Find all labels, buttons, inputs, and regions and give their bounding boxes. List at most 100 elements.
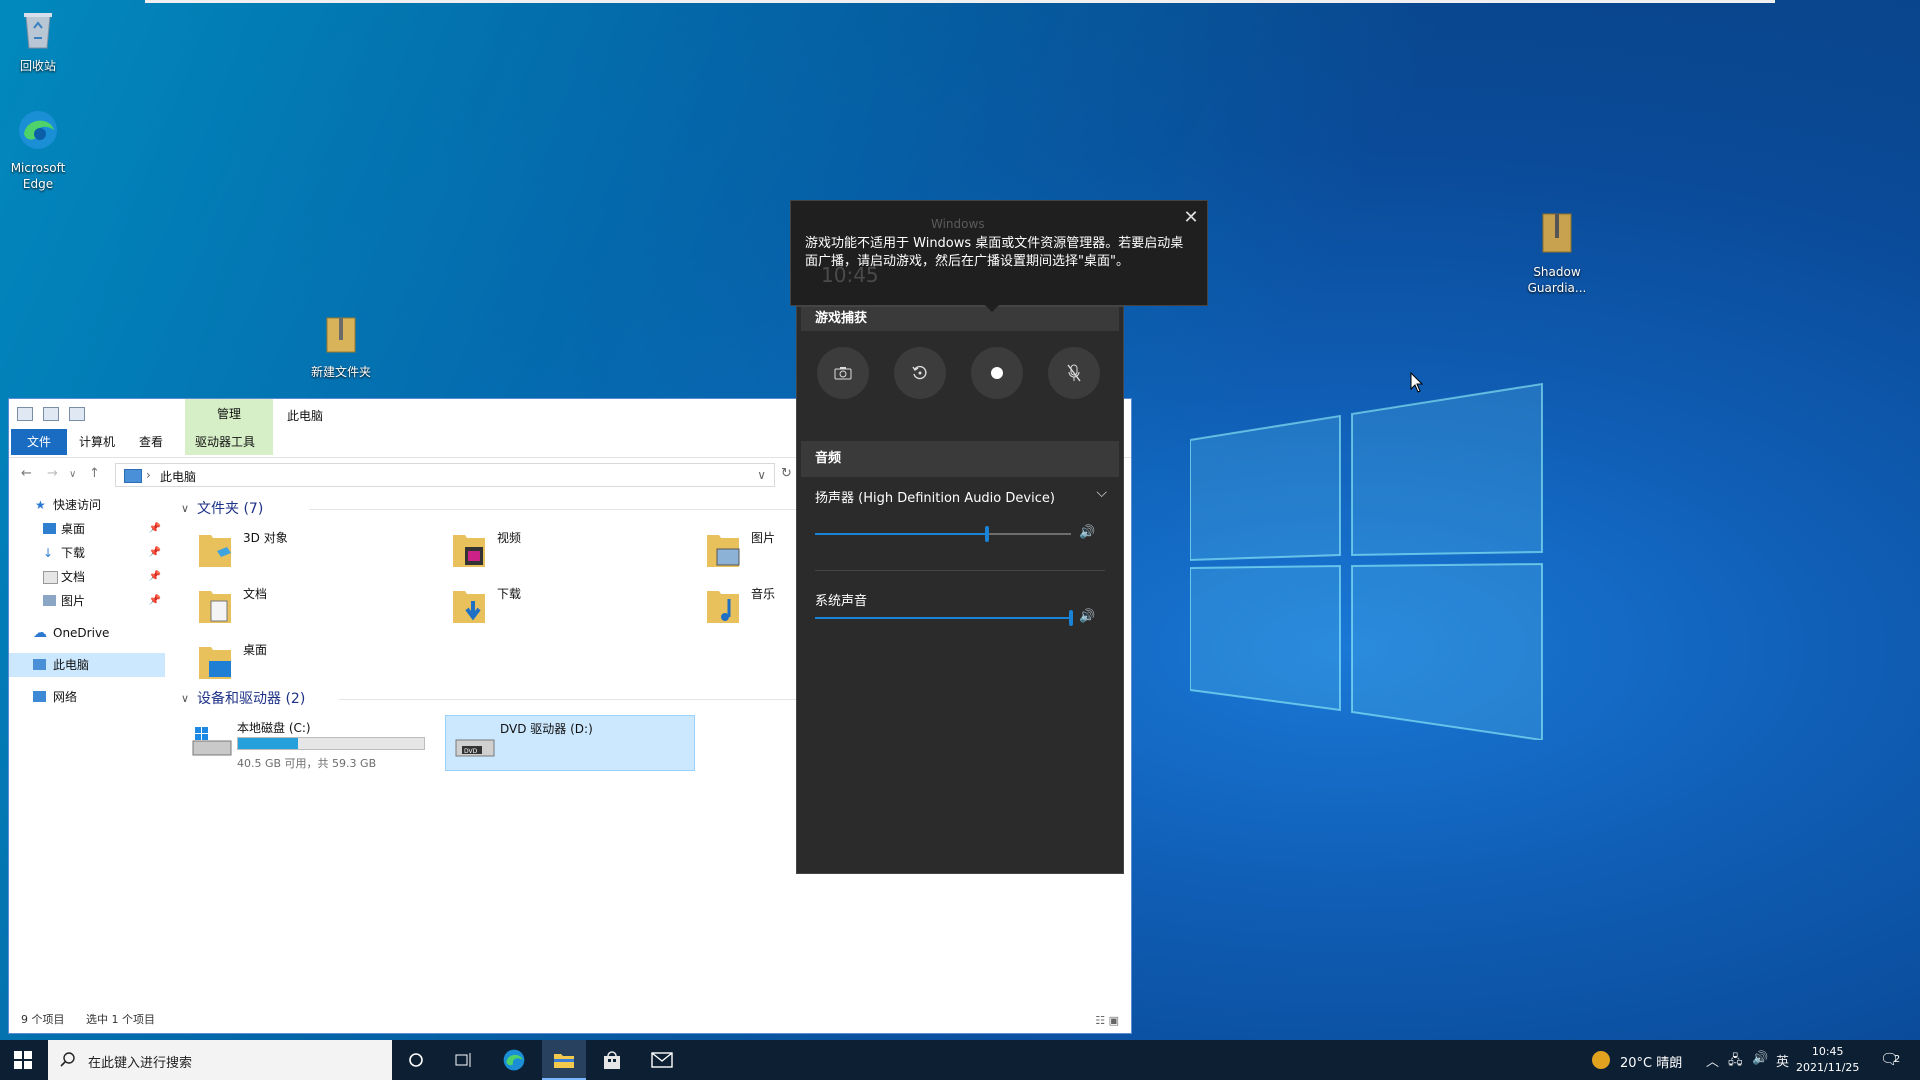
action-center-button[interactable]: 🗨 2: [1880, 1050, 1910, 1068]
mic-off-icon: [1067, 364, 1081, 382]
computer-icon: [124, 469, 142, 483]
sidebar-item-label: 快速访问: [53, 498, 102, 512]
folder-desktop[interactable]: 桌面: [191, 637, 431, 689]
sidebar-item-this-pc[interactable]: 此电脑: [9, 653, 165, 677]
sidebar-item-desktop[interactable]: 桌面 📌: [9, 517, 165, 541]
chevron-down-icon[interactable]: ⌵: [1096, 485, 1107, 501]
address-bar[interactable]: › 此电脑 ∨: [115, 463, 775, 487]
sidebar-item-label: 图片: [61, 594, 86, 608]
pin-icon[interactable]: 📌: [149, 589, 161, 613]
group-label: 设备和驱动器 (2): [197, 691, 306, 707]
drive-space-text: 40.5 GB 可用，共 59.3 GB: [237, 757, 377, 770]
recent-chevron-icon[interactable]: ∨: [69, 469, 76, 480]
tab-drive-tools[interactable]: 驱动器工具: [183, 429, 267, 455]
start-recording-button[interactable]: [971, 347, 1023, 399]
record-icon: [991, 367, 1003, 379]
speaker-icon[interactable]: 🔊: [1079, 609, 1095, 624]
store-bag-icon: [604, 1051, 620, 1069]
navigation-pane: ★ 快速访问 桌面 📌 ↓ 下载 📌 文档 📌 图片 📌 ☁ OneDrive: [9, 493, 165, 709]
close-icon[interactable]: ✕: [1175, 201, 1207, 233]
refresh-icon[interactable]: ↻: [781, 466, 792, 481]
network-icon[interactable]: 🖧: [1728, 1051, 1743, 1073]
details-view-icon[interactable]: ☷: [1095, 1014, 1105, 1027]
breadcrumb: 此电脑: [160, 470, 197, 484]
sidebar-item-network[interactable]: 网络: [9, 685, 165, 709]
properties-icon[interactable]: [43, 407, 59, 421]
task-view-button[interactable]: [444, 1046, 484, 1074]
up-arrow-icon[interactable]: ↑: [89, 466, 100, 481]
folder-icon: [554, 1054, 574, 1068]
tab-computer[interactable]: 计算机: [67, 429, 127, 455]
desktop-icon-label: 新建文件夹: [310, 365, 371, 379]
record-last-button[interactable]: [894, 347, 946, 399]
taskbar: 在此键入进行搜索 20°C 晴朗 ︿ 🖧 🔊 英 10:45 2021/11/2…: [0, 1040, 1920, 1080]
drive-d-dvd[interactable]: DVD DVD 驱动器 (D:): [445, 715, 695, 771]
pin-icon[interactable]: 📌: [149, 565, 161, 589]
pc-icon[interactable]: [17, 407, 33, 421]
sidebar-item-downloads[interactable]: ↓ 下载 📌: [9, 541, 165, 565]
windows-start-icon[interactable]: [14, 1051, 32, 1069]
desktop-icon-new-folder[interactable]: 新建文件夹: [296, 314, 386, 380]
desktop-icon-edge[interactable]: Microsoft Edge: [0, 108, 83, 192]
zip-folder-icon: [326, 317, 356, 353]
slider-thumb[interactable]: [984, 526, 989, 542]
taskbar-store[interactable]: [592, 1046, 632, 1074]
drive-label: DVD 驱动器 (D:): [500, 722, 593, 736]
tooltip-message: 游戏功能不适用于 Windows 桌面或文件资源管理器。若要启动桌面广播，请启动…: [805, 236, 1184, 269]
sidebar-item-pictures[interactable]: 图片 📌: [9, 589, 165, 613]
weather-sun-icon[interactable]: [1592, 1051, 1610, 1069]
item-count: 9 个项目: [21, 1013, 65, 1026]
pin-icon[interactable]: 📌: [149, 517, 161, 541]
cortana-circle-icon: [409, 1053, 423, 1067]
taskbar-search-box[interactable]: 在此键入进行搜索: [48, 1040, 392, 1080]
taskbar-file-explorer[interactable]: [544, 1046, 584, 1074]
ime-indicator[interactable]: 英: [1776, 1051, 1789, 1070]
folder-videos[interactable]: 视频: [445, 525, 685, 577]
taskbar-mail[interactable]: [642, 1046, 682, 1074]
sidebar-item-documents[interactable]: 文档 📌: [9, 565, 165, 589]
new-folder-icon[interactable]: [69, 407, 85, 421]
slider-fill: [815, 533, 987, 535]
forward-arrow-icon[interactable]: →: [47, 466, 58, 481]
system-volume-slider[interactable]: [815, 610, 1073, 626]
mic-toggle-button[interactable]: [1048, 347, 1100, 399]
game-bar-panel: 游戏捕获 音频 扬声器 (High Definition Audio Devic…: [796, 306, 1124, 874]
large-icons-view-icon[interactable]: ▣: [1109, 1014, 1119, 1027]
tab-view[interactable]: 查看: [127, 429, 175, 455]
slider-thumb[interactable]: [1069, 610, 1073, 626]
chevron-up-icon[interactable]: ︿: [1706, 1051, 1719, 1070]
folder-downloads[interactable]: 下载: [445, 581, 685, 633]
desktop-icon-shadow-guardian[interactable]: Shadow Guardia...: [1512, 210, 1602, 296]
svg-text:DVD: DVD: [464, 748, 478, 755]
recycle-bin-icon: [24, 13, 52, 49]
pin-icon[interactable]: 📌: [149, 541, 161, 565]
drive-usage-bar: [237, 737, 425, 750]
desktop-icon-recycle-bin[interactable]: 回收站: [0, 8, 83, 74]
taskbar-edge[interactable]: [494, 1046, 534, 1074]
back-arrow-icon[interactable]: ←: [21, 466, 32, 481]
weather-widget[interactable]: 20°C 晴朗: [1620, 1052, 1682, 1071]
chevron-down-icon: ∨: [181, 692, 190, 705]
edge-icon: [503, 1049, 525, 1071]
slider-fill: [815, 617, 1071, 619]
edge-icon: [19, 111, 57, 149]
search-placeholder: 在此键入进行搜索: [88, 1056, 193, 1071]
sidebar-item-label: 网络: [53, 690, 78, 704]
folder-label: 图片: [751, 531, 776, 545]
sidebar-item-quick-access[interactable]: ★ 快速访问: [9, 493, 165, 517]
manage-context-tab[interactable]: 管理: [185, 405, 273, 422]
cortana-button[interactable]: [396, 1046, 436, 1074]
folder-label: 文档: [243, 587, 268, 601]
volume-icon[interactable]: 🔊: [1752, 1051, 1768, 1066]
screenshot-button[interactable]: [817, 347, 869, 399]
speaker-icon[interactable]: 🔊: [1079, 525, 1095, 540]
folder-3d-objects[interactable]: 3D 对象: [191, 525, 431, 577]
tab-file[interactable]: 文件: [11, 429, 68, 455]
device-volume-slider[interactable]: [815, 526, 1071, 542]
clock-date: 2021/11/25: [1796, 1061, 1860, 1074]
drive-c[interactable]: 本地磁盘 (C:) 40.5 GB 可用，共 59.3 GB: [183, 715, 433, 771]
sidebar-item-onedrive[interactable]: ☁ OneDrive: [9, 621, 165, 645]
taskbar-clock[interactable]: 10:45 2021/11/25: [1796, 1044, 1859, 1076]
chevron-down-icon[interactable]: ∨: [757, 468, 766, 482]
folder-documents[interactable]: 文档: [191, 581, 431, 633]
